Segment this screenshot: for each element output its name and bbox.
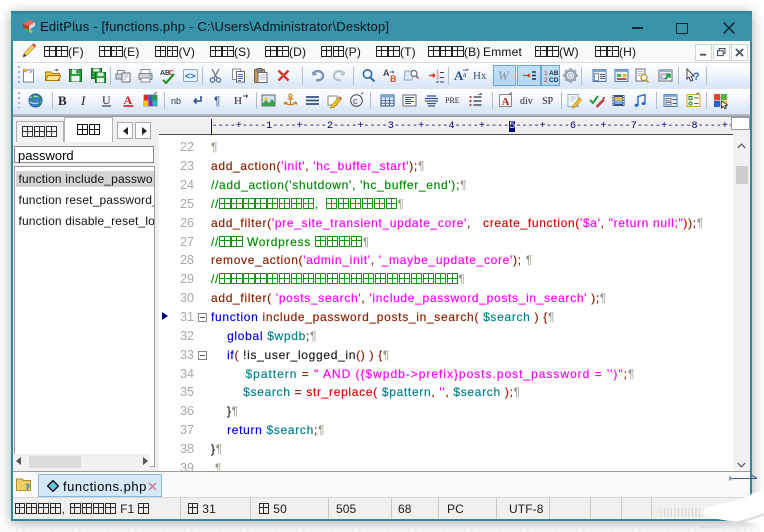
svg-text:nb: nb [171, 96, 181, 106]
svg-text:<>: <> [185, 71, 196, 81]
svg-text:div: div [520, 96, 533, 107]
svg-text:B: B [390, 74, 397, 84]
svg-text:c: c [353, 96, 358, 106]
svg-text:AB: AB [549, 70, 559, 77]
svg-text:SP: SP [542, 96, 554, 107]
svg-text:A: A [124, 93, 133, 107]
svg-text:I: I [80, 93, 86, 108]
svg-text:U: U [102, 93, 111, 107]
svg-text:2: 2 [544, 77, 548, 84]
svg-text:B: B [58, 93, 67, 108]
svg-text:a: a [463, 70, 467, 79]
svg-text:W: W [498, 68, 510, 83]
svg-text:Hx: Hx [473, 70, 487, 82]
svg-text:1: 1 [544, 70, 548, 77]
svg-text:PRE: PRE [445, 96, 460, 105]
svg-text:A: A [502, 96, 510, 108]
svg-text:¶: ¶ [214, 94, 220, 108]
svg-text:A: A [383, 68, 390, 78]
svg-text:?: ? [693, 71, 700, 83]
svg-text:H: H [234, 95, 242, 107]
svg-text:2: 2 [436, 75, 439, 81]
svg-text:CD: CD [549, 77, 559, 84]
